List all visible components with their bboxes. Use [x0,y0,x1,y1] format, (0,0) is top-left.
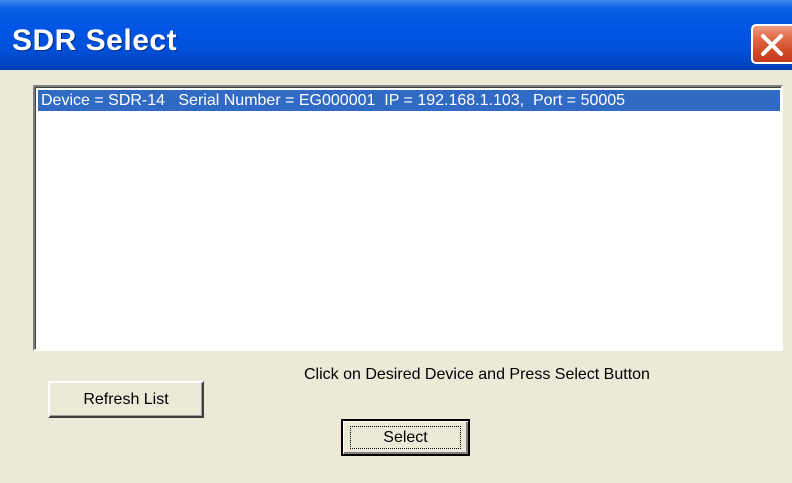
select-button[interactable]: Select [341,419,470,456]
close-icon [761,34,783,56]
select-button-label: Select [383,429,428,446]
refresh-list-button[interactable]: Refresh List [48,381,204,418]
window-title: SDR Select [12,24,178,57]
close-button[interactable] [751,24,792,64]
title-bar[interactable]: SDR Select [0,0,792,70]
instruction-label: Click on Desired Device and Press Select… [304,366,650,383]
device-listbox[interactable]: Device = SDR-14 Serial Number = EG000001… [33,85,783,351]
sdr-select-dialog: SDR Select Device = SDR-14 Serial Number… [0,0,792,483]
list-item[interactable]: Device = SDR-14 Serial Number = EG000001… [38,90,780,111]
